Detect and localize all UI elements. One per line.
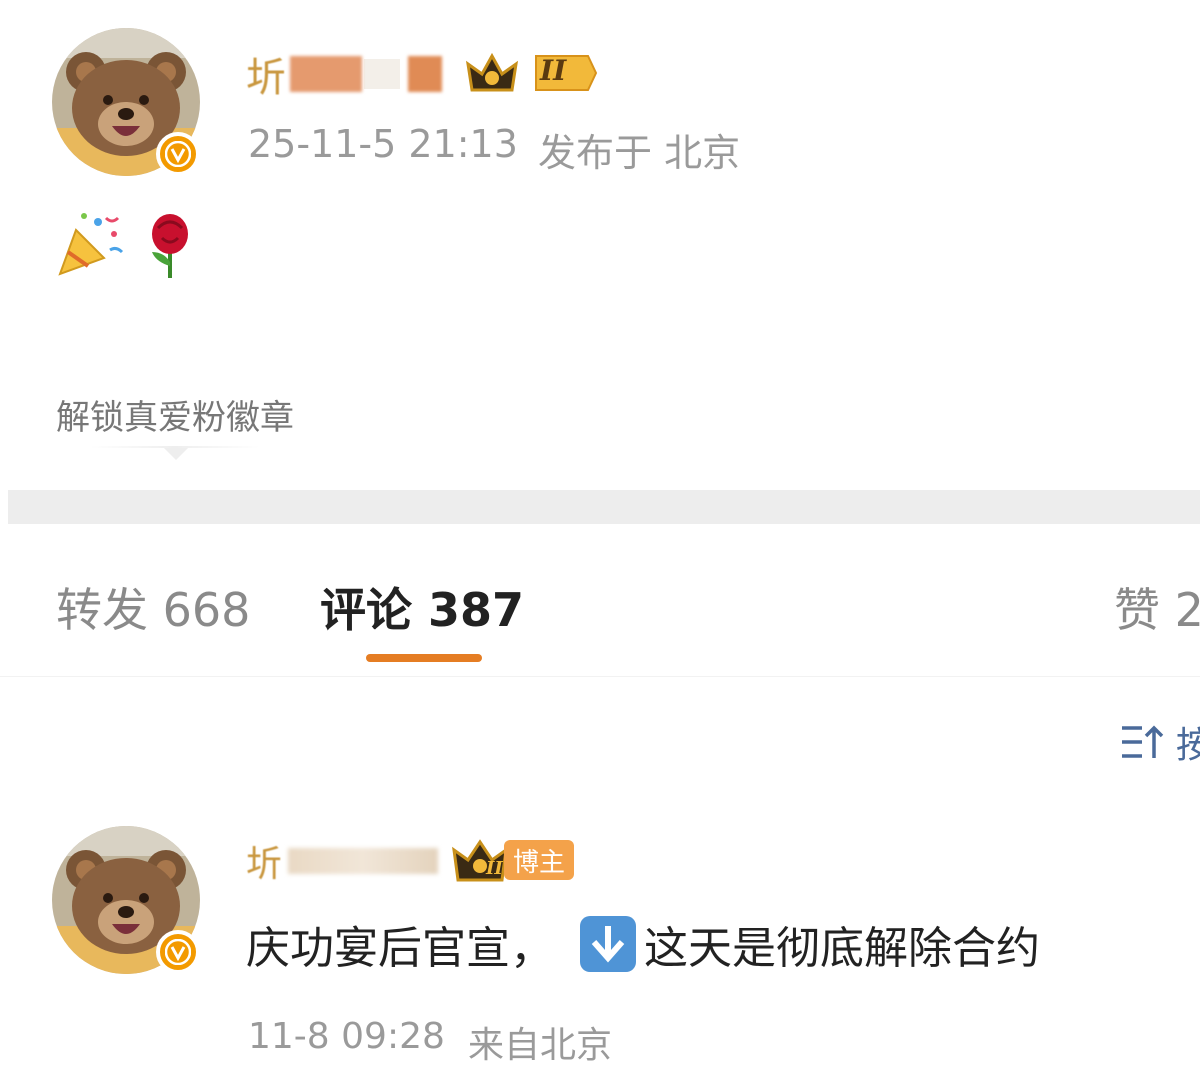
tab-likes[interactable]: 赞 2 [1114, 574, 1200, 640]
comment-time: 11-8 09:28 [248, 1016, 445, 1057]
name-redaction [364, 59, 400, 89]
level-numeral: II [540, 54, 567, 87]
comment-text: 庆功宴后官宣， 这天是彻底解除合约 [246, 912, 1040, 976]
sort-label: 按 [1176, 725, 1200, 766]
verified-badge [156, 132, 200, 176]
name-redaction [290, 56, 362, 92]
member-level-badge[interactable]: II [465, 50, 598, 100]
verified-badge [156, 930, 200, 974]
tabs-divider [0, 676, 1200, 677]
comment-source: 来自北京 [468, 1025, 613, 1066]
author-name-visible-char: 圻 [246, 844, 283, 885]
post-content [54, 210, 200, 280]
comment-text-part-1: 庆功宴后官宣， [246, 923, 554, 974]
down-arrow-icon [580, 916, 636, 972]
rose-icon [152, 214, 188, 278]
tab-comments[interactable]: 评论 387 [320, 574, 524, 640]
party-popper-icon [58, 213, 124, 276]
post-author-name[interactable]: 圻 [246, 46, 442, 102]
sort-toggle[interactable]: 按 [1120, 716, 1200, 768]
active-tab-indicator [366, 654, 482, 662]
sort-icon [1122, 725, 1164, 758]
verified-v-icon [165, 141, 191, 167]
down-arrow-glyph [591, 926, 625, 963]
unlock-badge-caret [164, 448, 188, 460]
author-tag-label: 博主 [512, 847, 565, 878]
comment-author-name[interactable]: 圻 [246, 836, 439, 886]
unlock-fan-badge-link[interactable]: 解锁真爱粉徽章 [56, 390, 294, 439]
tab-repost[interactable]: 转发 668 [56, 574, 250, 640]
post-time: 25-11-5 21:13 [248, 122, 518, 166]
section-divider [8, 490, 1200, 524]
name-redaction [288, 848, 439, 874]
post-location: 发布于 北京 [538, 131, 741, 175]
author-tag-badge: 博主 [504, 840, 574, 880]
verified-v-icon [165, 939, 191, 965]
level-numeral: II [486, 858, 503, 879]
comment-member-level-badge[interactable]: II [452, 838, 508, 888]
crown-icon [465, 52, 598, 92]
author-name-visible-char: 圻 [246, 55, 286, 101]
comment-text-part-2: 这天是彻底解除合约 [644, 923, 1040, 974]
name-redaction [408, 56, 442, 92]
